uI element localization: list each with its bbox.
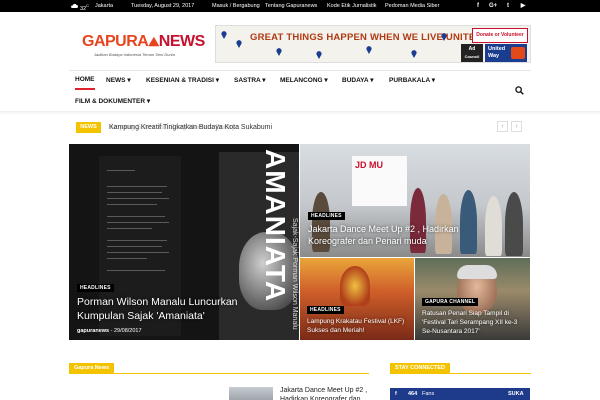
facebook-icon: f [395,391,397,397]
nav-item-film[interactable]: FILM & DOKUMENTER ▾ [75,97,150,105]
united-way-logo: United Way [485,44,527,62]
headline-label: HEADLINES [307,306,344,314]
search-icon[interactable] [515,86,524,95]
event-banner-text: JD MU [355,160,384,170]
featured-title[interactable]: Porman Wilson Manalu Luncurkan Kumpulan … [77,295,277,323]
ticker-text[interactable]: Wayang Suket dari Sang Maestro Budaya Ka… [109,122,272,133]
facebook-icon[interactable]: f [474,2,482,10]
top-bar: 32C Jakarta Tuesday, August 29, 2017 Mas… [0,0,600,12]
weather-city: Jakarta [95,3,114,9]
headline-label: HEADLINES [308,212,345,220]
login-link[interactable]: Masuk / Bergabung [212,0,260,12]
ticker-current-text[interactable]: Kampung Kreatif Tingkatkan Budaya Kota S… [109,124,272,131]
donate-button[interactable]: Donate or Volunteer [472,28,528,43]
site-logo[interactable]: GAPURA⛰NEWS Jadikan Budaya Indonesia Tem… [82,33,205,61]
channel-label: GAPURA CHANNEL [422,298,479,306]
post-meta: gapuranews - 29/08/2017 [77,328,142,334]
section-rule [390,373,531,374]
ethics-link[interactable]: Kode Etik Jurnalistik [327,0,377,12]
post-thumbnail[interactable] [229,387,273,400]
like-button[interactable]: SUKA [508,388,524,400]
ad-banner[interactable]: GREAT THINGS HAPPEN WHEN WE LIVE UNITED.… [215,25,531,63]
about-link[interactable]: Tentang Gapuranews [265,0,317,12]
cover-subtitle: Sajak-Sajak Porman Wilson Manalu [291,218,298,330]
nav-item-sastra[interactable]: SASTRA ▾ [234,76,266,84]
facebook-fans-row[interactable]: f 464 Fans SUKA [390,388,530,400]
nav-item-news[interactable]: NEWS ▾ [106,76,131,84]
current-date: Tuesday, August 29, 2017 [131,3,195,9]
featured-dance-tile[interactable]: JD MU HEADLINES Jakarta Dance Meet Up #2… [300,144,530,257]
logo-wordmark: GAPURA⛰NEWS [82,33,205,50]
ticker-next-button[interactable]: › [511,121,522,132]
ticker-badge: NEWS [76,122,101,133]
nav-shadow [0,111,600,115]
youtube-icon[interactable]: ▶ [519,2,527,10]
twitter-icon[interactable]: t [504,2,512,10]
media-policy-link[interactable]: Pedoman Media Siber [385,0,439,12]
google-plus-icon[interactable]: G+ [489,2,497,10]
logo-tagline: Jadikan Budaya Indonesia Teman Seni Duni… [94,52,175,57]
ad-headline: GREAT THINGS HAPPEN WHEN WE LIVE UNITED. [250,32,486,43]
map-pin-icon [276,48,282,56]
post-title[interactable]: Jakarta Dance Meet Up #2 , Hadirkan Kore… [280,386,372,400]
nav-item-melancong[interactable]: MELANCONG ▾ [280,76,328,84]
cloud-icon [71,3,78,8]
featured-title[interactable]: Lampung Krakatau Festival (LKF) Sukses d… [307,317,407,335]
nav-item-kesenian[interactable]: KESENIAN & TRADISI ▾ [146,76,219,84]
map-pin-icon [366,46,372,54]
headline-label: HEADLINES [77,284,114,292]
fans-label: Fans [422,391,435,397]
map-pin-icon [236,40,242,48]
person-hair [457,265,497,279]
ticker-prev-button[interactable]: ‹ [497,121,508,132]
nav-item-budaya[interactable]: BUDAYA ▾ [342,76,373,84]
featured-title[interactable]: Jakarta Dance Meet Up #2 , Hadirkan Kore… [308,223,508,247]
nav-item-home[interactable]: HOME [75,76,95,90]
map-pin-icon [411,50,417,58]
nav-divider [69,70,531,71]
dancer-image [340,266,370,306]
featured-main-tile[interactable]: AMANIATA Sajak-Sajak Porman Wilson Manal… [69,144,299,340]
featured-title[interactable]: Ratusan Penari Siap Tampil di 'Festival … [422,309,526,336]
map-pin-icon [316,51,322,59]
featured-lampung-tile[interactable]: HEADLINES Lampung Krakatau Festival (LKF… [300,258,414,340]
fans-count: 464 [408,391,418,397]
map-pin-icon [221,31,227,39]
ad-council-logo: Ad Council [461,44,483,62]
main-nav: HOME NEWS ▾ KESENIAN & TRADISI ▾ SASTRA … [0,70,600,110]
section-rule [69,373,369,374]
cover-word: AMANIATA [260,149,291,303]
nav-item-purbakala[interactable]: PURBAKALA ▾ [389,76,435,84]
featured-channel-tile[interactable]: GAPURA CHANNEL Ratusan Penari Siap Tampi… [415,258,530,340]
temperature: 32C [80,3,90,12]
